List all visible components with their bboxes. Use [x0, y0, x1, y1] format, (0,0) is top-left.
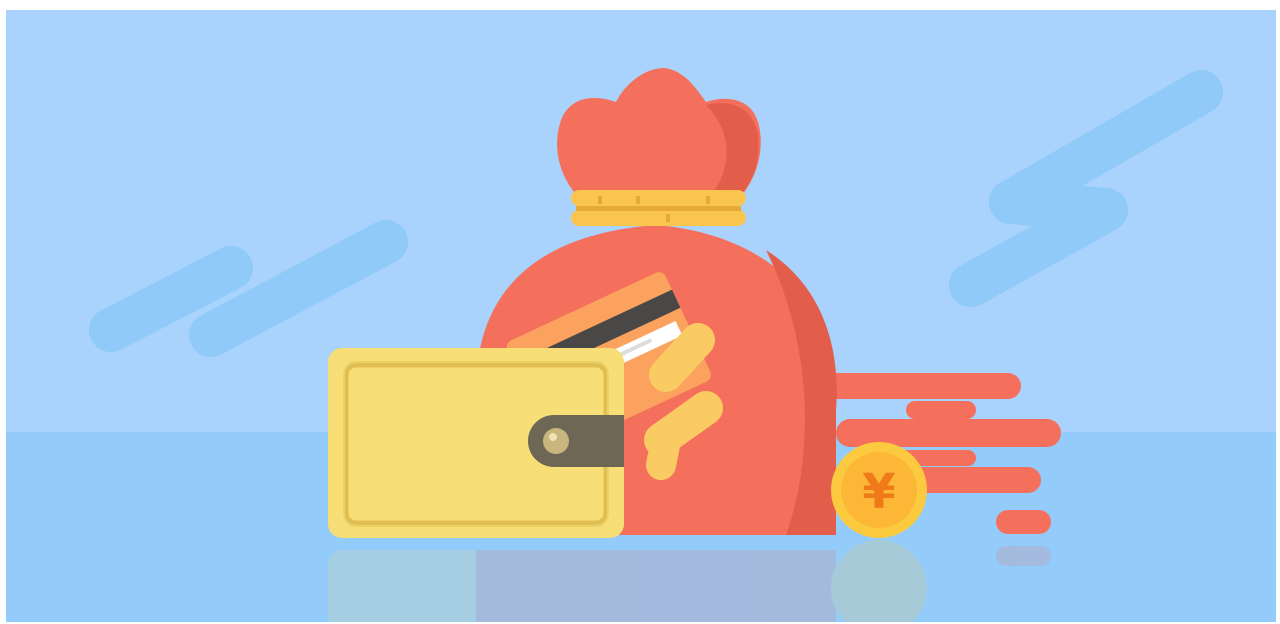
illustration-canvas: ¥: [6, 10, 1276, 622]
yen-coin: ¥: [831, 442, 927, 538]
coin-symbol: ¥: [862, 464, 895, 520]
wallet: [328, 348, 624, 538]
bag-tie: [571, 190, 746, 206]
wallet-clasp: [528, 415, 624, 467]
money-illustration: ¥: [6, 10, 1276, 622]
